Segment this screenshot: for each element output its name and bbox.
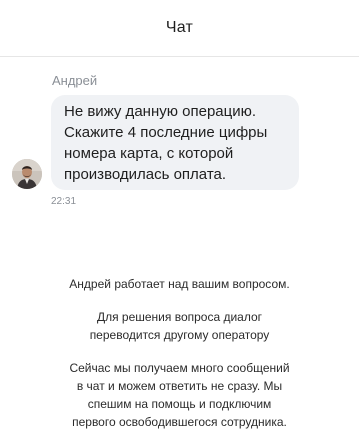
busy-notice-line: в чат и можем ответить не сразу. Мы — [76, 379, 283, 393]
transfer-notice: Для решения вопроса диалог переводится д… — [0, 308, 359, 344]
busy-notice-line: Сейчас мы получаем много сообщений — [69, 361, 290, 375]
transfer-notice-line: Для решения вопроса диалог — [96, 310, 263, 324]
message-text-line: номера карта, с которой — [64, 145, 234, 162]
chat-title: Чат — [165, 19, 194, 36]
message-bubble: Не вижу данную операцию. Скажите 4 после… — [51, 95, 299, 190]
avatar-image — [12, 159, 42, 189]
transfer-notice-line: переводится другому оператору — [89, 328, 270, 342]
message-sender-name: Андрей — [52, 73, 98, 88]
message-text-line: Скажите 4 последние цифры — [64, 124, 268, 141]
busy-notice: Сейчас мы получаем много сообщений в чат… — [0, 359, 359, 431]
busy-notice-line: спешим на помощь и подключим — [87, 397, 272, 411]
busy-notice-line: первого освободившегося сотрудника. — [72, 415, 287, 429]
chat-header: Чат — [0, 0, 359, 57]
message-text-line: производилась оплата. — [64, 166, 227, 183]
operator-working-status: Андрей работает над вашим вопросом. — [69, 277, 290, 291]
operator-avatar — [12, 159, 42, 189]
message-text-line: Не вижу данную операцию. — [64, 103, 257, 120]
message-time: 22:31 — [51, 196, 77, 207]
